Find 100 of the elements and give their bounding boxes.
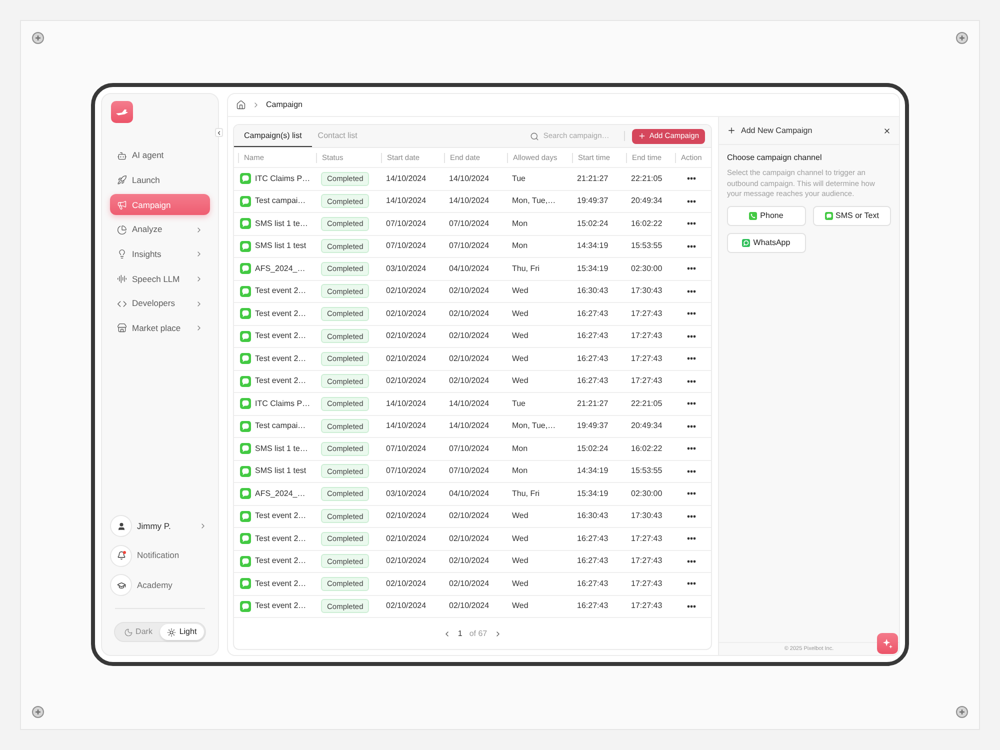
campaign-name: Test event 2… [255, 578, 306, 590]
more-icon[interactable] [686, 492, 696, 496]
bell-icon [110, 544, 132, 566]
table-cell-text: 02/10/2024 [448, 285, 490, 298]
table-cell-text: 02:30:00 [630, 488, 662, 500]
more-icon[interactable] [686, 402, 696, 406]
table-cell-text: 15:53:55 [630, 240, 662, 252]
more-icon[interactable] [686, 380, 696, 383]
nav-item[interactable]: Speech LLM [110, 268, 210, 290]
tab[interactable]: Campaign(s) list [234, 125, 312, 147]
table-cell-text: 22:21:05 [630, 398, 662, 410]
plus-icon [638, 132, 646, 140]
message-icon [240, 600, 251, 612]
more-icon[interactable] [686, 312, 696, 316]
table-cell-text: Wed [511, 555, 528, 568]
account-menu[interactable]: Jimmy P. [110, 515, 210, 537]
more-icon[interactable] [686, 604, 696, 608]
rocket-icon [117, 175, 127, 186]
more-icon[interactable] [686, 537, 696, 540]
screw-icon [32, 706, 44, 718]
more-icon[interactable] [686, 290, 696, 293]
more-icon[interactable] [686, 222, 696, 226]
message-icon [240, 173, 251, 184]
table-cell-text: 22:21:05 [630, 172, 662, 185]
table-cell-text: 03/10/2024 [385, 488, 426, 500]
table-cell-text: Mon, Tue,… [511, 420, 556, 432]
collapse-button[interactable] [215, 128, 223, 137]
table-cell-text: 02/10/2024 [385, 578, 426, 590]
campaign-name: Test event 2… [255, 555, 306, 568]
table-cell-text: 07/10/2024 [448, 218, 490, 230]
table-cell-text: 21:21:27 [576, 398, 608, 410]
nav-item[interactable]: Market place [110, 318, 210, 339]
table-cell-text: 14/10/2024 [448, 420, 490, 432]
table-cell-text: 02/10/2024 [385, 555, 426, 568]
search-icon [530, 132, 540, 140]
message-icon [240, 466, 251, 477]
nav-item[interactable]: Developers [110, 293, 210, 314]
more-icon[interactable] [686, 357, 696, 360]
message-icon [240, 240, 251, 252]
table-cell-text: 16:27:43 [576, 600, 608, 612]
more-icon[interactable] [686, 177, 696, 180]
message-icon [240, 218, 251, 230]
message-icon [240, 308, 251, 320]
more-icon[interactable] [686, 447, 696, 450]
channel-option[interactable]: WhatsApp [727, 232, 806, 252]
more-icon[interactable] [686, 267, 696, 270]
table-cell-text: 07/10/2024 [385, 218, 426, 230]
close-icon[interactable] [883, 126, 891, 134]
table-cell-text: 14/10/2024 [385, 172, 426, 185]
table-cell-text: 14/10/2024 [448, 398, 490, 410]
more-icon[interactable] [686, 470, 696, 473]
sidebar-link[interactable]: Notification [110, 544, 210, 566]
more-icon[interactable] [686, 514, 696, 518]
message-icon [240, 488, 251, 500]
more-icon[interactable] [686, 424, 696, 428]
table-cell-text: 16:27:43 [576, 330, 608, 342]
message-icon [240, 263, 251, 274]
table-cell-text: 07/10/2024 [385, 442, 426, 455]
table-cell-text: 02/10/2024 [385, 600, 426, 612]
table-cell-text: 16:27:43 [576, 308, 608, 320]
message-icon [240, 443, 251, 454]
assistant-button[interactable] [877, 633, 898, 654]
avatar-icon [110, 515, 132, 537]
campaign-name: Test event 2… [255, 532, 306, 545]
campaign-name: Test campai… [255, 195, 306, 208]
table-cell-text: Wed [511, 532, 528, 545]
channel-option[interactable]: SMS or Text [812, 206, 891, 226]
nav-item[interactable]: AI agent [110, 145, 210, 166]
campaign-name: SMS list 1 te… [255, 218, 308, 230]
section-heading: Choose campaign channel [727, 152, 823, 164]
nav-item[interactable]: Insights [110, 244, 210, 265]
table-cell-text: 14:34:19 [576, 240, 608, 252]
sparkle-icon [882, 638, 893, 649]
screw-icon [32, 32, 44, 44]
more-icon[interactable] [686, 560, 696, 563]
table-cell-text: Wed [511, 375, 528, 388]
table-cell-text: Wed [511, 308, 528, 320]
more-icon[interactable] [686, 334, 696, 338]
theme-option[interactable]: Light [160, 624, 204, 640]
table-cell-text: 02/10/2024 [448, 308, 490, 320]
home-icon[interactable] [236, 100, 246, 110]
table-cell-text: 15:02:24 [576, 442, 608, 455]
audio-lines-icon [117, 274, 127, 284]
table-cell-text: 16:27:43 [576, 532, 608, 545]
nav-item[interactable]: Launch [110, 170, 210, 191]
table-cell-text: Mon [511, 442, 528, 455]
sidebar-link[interactable]: Academy [110, 574, 210, 596]
table-cell-text: Tue [511, 398, 526, 410]
pie-chart-icon [117, 224, 127, 235]
more-icon[interactable] [686, 244, 696, 248]
channel-option[interactable]: Phone [727, 206, 806, 226]
more-icon[interactable] [686, 200, 696, 203]
table-cell-text: 16:27:43 [576, 578, 608, 590]
table-cell-text: 16:02:22 [630, 218, 662, 230]
moon-icon [124, 628, 133, 636]
nav-item[interactable]: Analyze [110, 219, 210, 240]
more-icon[interactable] [686, 582, 696, 586]
table-cell-text: Thu, Fri [511, 488, 540, 500]
table-cell-text: 14/10/2024 [448, 172, 490, 185]
message-icon [240, 353, 251, 364]
